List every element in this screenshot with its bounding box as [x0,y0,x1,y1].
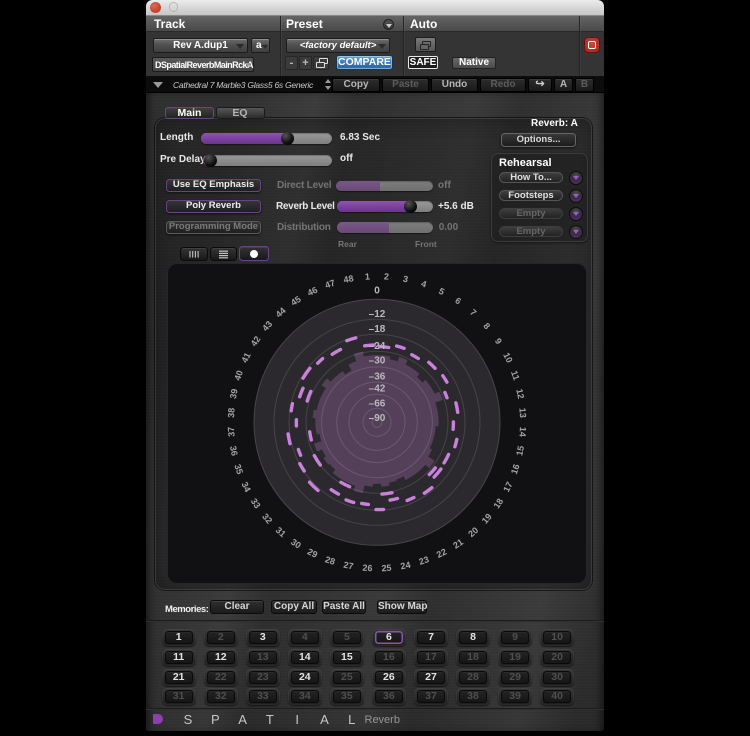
svg-text:9: 9 [493,336,504,346]
svg-text:46: 46 [306,285,319,298]
svg-text:7: 7 [468,307,478,318]
svg-text:30: 30 [289,537,303,551]
svg-text:8: 8 [481,321,492,331]
svg-text:–30: –30 [369,356,386,367]
svg-text:37: 37 [226,426,237,437]
svg-text:24: 24 [400,560,412,572]
svg-text:32: 32 [260,512,274,526]
svg-text:19: 19 [480,512,494,526]
svg-text:–66: –66 [369,398,386,409]
svg-text:16: 16 [509,463,522,476]
svg-text:33: 33 [249,496,263,510]
svg-text:–12: –12 [369,309,386,320]
svg-text:44: 44 [274,305,288,319]
svg-text:34: 34 [239,480,252,493]
svg-text:40: 40 [232,369,245,382]
svg-text:39: 39 [228,388,240,400]
svg-text:17: 17 [501,480,514,493]
svg-text:–36: –36 [369,372,386,383]
svg-text:5: 5 [437,286,446,297]
svg-text:28: 28 [324,554,337,567]
svg-text:27: 27 [343,560,355,572]
svg-text:41: 41 [239,351,252,364]
svg-text:31: 31 [274,525,288,539]
svg-text:20: 20 [466,525,480,539]
svg-text:21: 21 [451,537,465,551]
svg-text:6: 6 [453,295,463,306]
svg-text:45: 45 [289,294,303,308]
svg-text:14: 14 [517,426,528,437]
svg-text:38: 38 [226,407,237,418]
svg-text:36: 36 [228,445,240,457]
svg-text:3: 3 [402,274,409,285]
svg-text:18: 18 [491,496,505,510]
svg-text:12: 12 [514,388,526,400]
svg-text:10: 10 [501,351,514,364]
svg-text:11: 11 [509,369,522,381]
svg-text:29: 29 [306,547,319,560]
svg-text:47: 47 [324,278,337,291]
svg-text:–90: –90 [369,413,386,424]
svg-text:42: 42 [249,334,263,348]
svg-text:4: 4 [420,278,428,289]
svg-text:22: 22 [435,547,448,560]
svg-text:48: 48 [343,273,355,285]
svg-text:25: 25 [381,563,392,574]
svg-text:–18: –18 [369,324,386,335]
svg-text:1: 1 [365,271,371,281]
svg-text:2: 2 [384,271,390,281]
svg-text:23: 23 [418,554,431,567]
svg-text:43: 43 [260,319,274,333]
svg-text:–42: –42 [369,383,386,394]
svg-text:13: 13 [517,407,528,418]
svg-text:–24: –24 [369,341,386,352]
svg-text:35: 35 [232,463,245,476]
svg-text:0: 0 [374,286,380,297]
svg-text:26: 26 [362,563,373,574]
svg-text:15: 15 [514,445,526,457]
